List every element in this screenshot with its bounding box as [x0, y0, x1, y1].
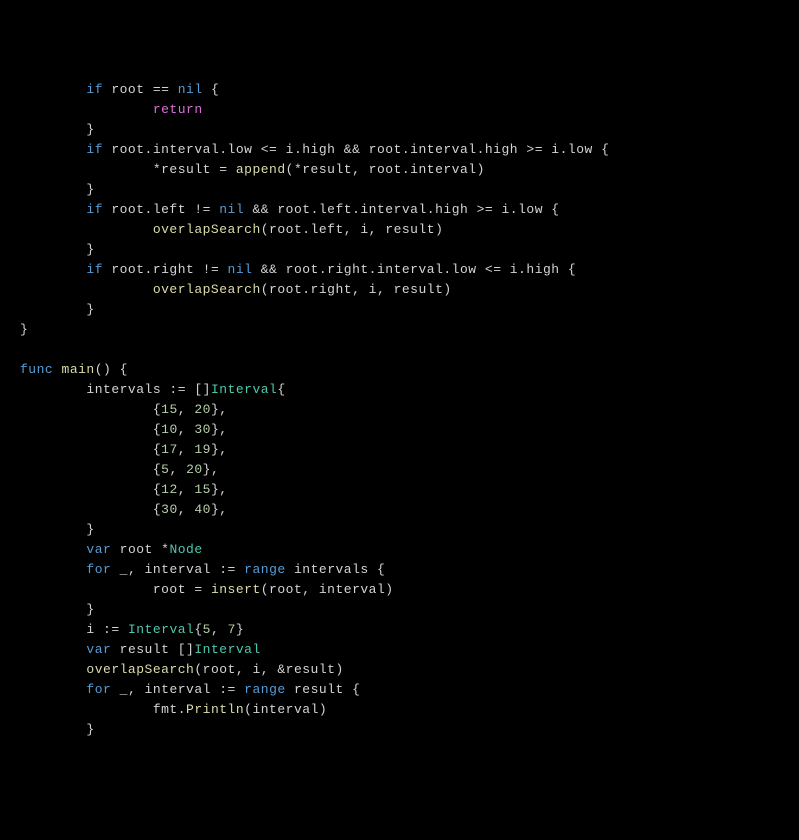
code-line: *result = append(*result, root.interval)	[20, 160, 799, 180]
code-line: overlapSearch(root.left, i, result)	[20, 220, 799, 240]
code-line: var root *Node	[20, 540, 799, 560]
code-line: {17, 19},	[20, 440, 799, 460]
code-line: for _, interval := range result {	[20, 680, 799, 700]
code-line: intervals := []Interval{	[20, 380, 799, 400]
code-line: }	[20, 520, 799, 540]
code-line: func main() {	[20, 360, 799, 380]
code-line: overlapSearch(root, i, &result)	[20, 660, 799, 680]
code-line: }	[20, 120, 799, 140]
code-line: fmt.Println(interval)	[20, 700, 799, 720]
code-line: if root.right != nil && root.right.inter…	[20, 260, 799, 280]
code-line: var result []Interval	[20, 640, 799, 660]
code-line: }	[20, 180, 799, 200]
code-line: for _, interval := range intervals {	[20, 560, 799, 580]
code-line: {30, 40},	[20, 500, 799, 520]
code-line: root = insert(root, interval)	[20, 580, 799, 600]
code-editor-view: if root == nil { return } if root.interv…	[0, 80, 799, 740]
code-line: }	[20, 300, 799, 320]
code-line: i := Interval{5, 7}	[20, 620, 799, 640]
code-line	[20, 340, 799, 360]
code-line: {15, 20},	[20, 400, 799, 420]
code-line: if root == nil {	[20, 80, 799, 100]
code-line: }	[20, 720, 799, 740]
code-line: if root.interval.low <= i.high && root.i…	[20, 140, 799, 160]
code-line: }	[20, 320, 799, 340]
code-line: return	[20, 100, 799, 120]
code-line: {12, 15},	[20, 480, 799, 500]
code-line: {10, 30},	[20, 420, 799, 440]
code-line: if root.left != nil && root.left.interva…	[20, 200, 799, 220]
code-line: }	[20, 240, 799, 260]
code-line: {5, 20},	[20, 460, 799, 480]
code-line: }	[20, 600, 799, 620]
code-line: overlapSearch(root.right, i, result)	[20, 280, 799, 300]
